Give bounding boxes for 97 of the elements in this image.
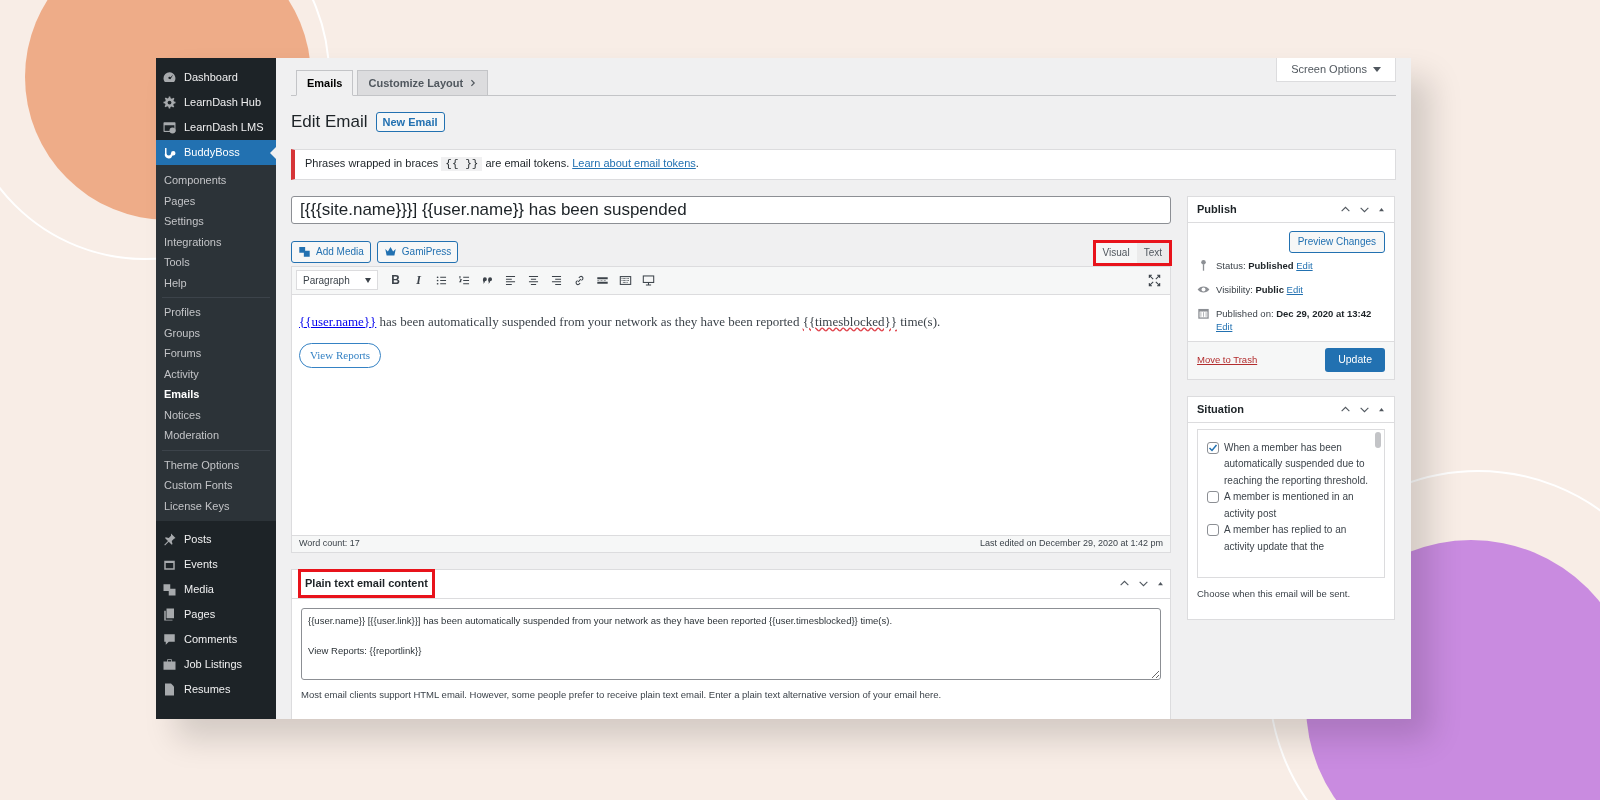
submenu-item[interactable]: Components xyxy=(156,170,276,191)
checkbox[interactable] xyxy=(1207,491,1219,503)
numbered-list-icon xyxy=(458,273,471,287)
page-title: Edit Email xyxy=(291,111,368,133)
media-button[interactable]: Add Media xyxy=(291,240,371,263)
editor-tab[interactable]: Text xyxy=(1136,242,1169,263)
option-label: A member has replied to an activity update that the xyxy=(1224,523,1348,554)
speech-bubble-icon xyxy=(162,632,177,647)
token-link[interactable]: {{user.name}} xyxy=(299,313,377,329)
submenu-item[interactable]: Custom Fonts xyxy=(156,475,276,496)
format-dropdown[interactable]: Paragraph xyxy=(296,270,378,290)
publish-info: Published on: Dec 29, 2020 at 13:42 Edit xyxy=(1216,306,1373,333)
submenu-item[interactable]: License Keys xyxy=(156,495,276,516)
submenu-item[interactable]: Groups xyxy=(156,322,276,343)
checkbox[interactable] xyxy=(1207,524,1219,536)
collapse-triangle-icon xyxy=(1378,205,1385,213)
title-field[interactable]: [{{{site.name}}}] {{user.name}} has been suspended xyxy=(291,195,1171,224)
italic-button[interactable]: I xyxy=(409,270,428,290)
menu-item[interactable]: Resumes xyxy=(156,677,276,702)
dropdown-triangle-icon xyxy=(1373,67,1381,72)
menu-item[interactable]: LearnDash LMS xyxy=(156,115,276,140)
submenu-item[interactable]: Integrations xyxy=(156,231,276,252)
screen-options-button[interactable]: Screen Options xyxy=(1276,58,1396,82)
current-arrow-icon xyxy=(270,147,276,159)
bulleted-list-icon xyxy=(435,273,448,287)
menu-item[interactable]: LearnDash Hub xyxy=(156,90,276,115)
submenu-item[interactable]: Pages xyxy=(156,190,276,211)
option-label: When a member has been automatically suspended due to reaching the reporting threshold. xyxy=(1224,440,1368,488)
submenu-item[interactable]: Activity xyxy=(156,363,276,384)
link-icon xyxy=(573,273,586,287)
panel-title: Publish xyxy=(1197,201,1237,217)
checkbox[interactable] xyxy=(1207,441,1219,454)
edit-link[interactable]: Edit xyxy=(1286,283,1303,295)
notice-text: Phrases wrapped in braces {{ }} are email tokens. Learn about email tokens. xyxy=(305,156,699,173)
submenu-item[interactable]: Moderation xyxy=(156,425,276,446)
preview-changes-button[interactable]: Preview Changes xyxy=(1288,230,1385,253)
submenu-item[interactable]: Profiles xyxy=(156,302,276,323)
publish-info: Status: Published Edit xyxy=(1216,258,1313,272)
collapse-triangle-icon xyxy=(1378,405,1385,413)
plain-text-field[interactable]: {{user.name}} [{{user.link}}] has been automatically suspended from your network as they have been reported {{user.timesblocked}} time(s). View Reports: {{reportlink}} xyxy=(301,607,1161,680)
media-button[interactable]: GamiPress xyxy=(376,240,459,263)
collapse-triangle-icon xyxy=(1157,580,1164,587)
menu-item[interactable]: Comments xyxy=(156,627,276,652)
update-button[interactable]: Update xyxy=(1325,348,1385,372)
pages-icon xyxy=(162,607,177,622)
tab[interactable]: Emails xyxy=(296,70,354,96)
submenu-item[interactable]: Theme Options xyxy=(156,454,276,475)
submenu-item[interactable]: Notices xyxy=(156,404,276,425)
pushpin-icon xyxy=(162,532,177,547)
submenu-item[interactable]: Forums xyxy=(156,343,276,364)
edit-link[interactable]: Edit xyxy=(1216,320,1233,332)
submenu-item[interactable]: Settings xyxy=(156,211,276,232)
help-text: Most email clients support HTML email. However, some people prefer to receive plain text email. Enter a plain text alternative version of your email here. xyxy=(301,687,943,702)
panel-title: Plain text email content xyxy=(298,569,435,598)
submenu-item[interactable]: Emails xyxy=(156,384,276,405)
menu-item[interactable]: Job Listings xyxy=(156,652,276,677)
last-edited-text: Last edited on December 29, 2020 at 1:42 pm xyxy=(979,536,1163,550)
menu-item[interactable]: BuddyBoss xyxy=(156,140,276,165)
panel-title: Situation xyxy=(1197,401,1245,417)
document-icon xyxy=(162,682,177,697)
fullscreen-icon xyxy=(1148,274,1161,287)
align-right-icon xyxy=(550,273,563,287)
option-label: A member is mentioned in an activity post xyxy=(1224,490,1355,521)
word-count: Word count: 17 xyxy=(299,536,360,550)
publish-info: Visibility: Public Edit xyxy=(1216,282,1303,296)
editor-tab[interactable]: Visual xyxy=(1095,242,1137,263)
media-icon xyxy=(298,245,311,258)
bold-button[interactable]: B xyxy=(386,270,405,290)
logo-icon xyxy=(162,145,177,160)
help-text: Choose when this email will be sent. xyxy=(1197,586,1352,601)
scrollbar-thumb[interactable] xyxy=(1375,431,1381,448)
menu-item[interactable]: Media xyxy=(156,577,276,602)
menu-item[interactable]: Events xyxy=(156,552,276,577)
media-icon xyxy=(162,582,177,597)
dropdown-triangle-icon xyxy=(365,277,371,283)
keyboard-icon xyxy=(619,273,632,287)
briefcase-icon xyxy=(162,657,177,672)
tab[interactable]: Customize Layout xyxy=(357,70,489,96)
calendar-check-icon xyxy=(162,120,177,135)
crown-icon xyxy=(383,245,397,258)
calendar-icon xyxy=(1197,306,1210,320)
body-paragraph: {{user.name}} has been automatically suspended from your network as they have been reported {{timesblocked}} time(s). xyxy=(299,312,942,331)
chevron-right-icon xyxy=(469,79,478,87)
new-email-button[interactable]: New Email xyxy=(375,111,445,132)
submenu-item[interactable]: Help xyxy=(156,272,276,293)
monitor-icon xyxy=(642,273,655,287)
edit-link[interactable]: Edit xyxy=(1296,259,1313,271)
learn-more-link[interactable]: Learn about email tokens xyxy=(572,157,696,170)
align-center-icon xyxy=(527,273,540,287)
gear-icon xyxy=(162,95,177,110)
menu-item[interactable]: Dashboard xyxy=(156,65,276,90)
submenu-item[interactable]: Tools xyxy=(156,252,276,273)
move-to-trash-link[interactable]: Move to Trash xyxy=(1197,352,1258,368)
menu-item[interactable]: Posts xyxy=(156,527,276,552)
align-left-icon xyxy=(504,273,517,287)
gauge-icon xyxy=(162,70,177,85)
menu-item[interactable]: Pages xyxy=(156,602,276,627)
